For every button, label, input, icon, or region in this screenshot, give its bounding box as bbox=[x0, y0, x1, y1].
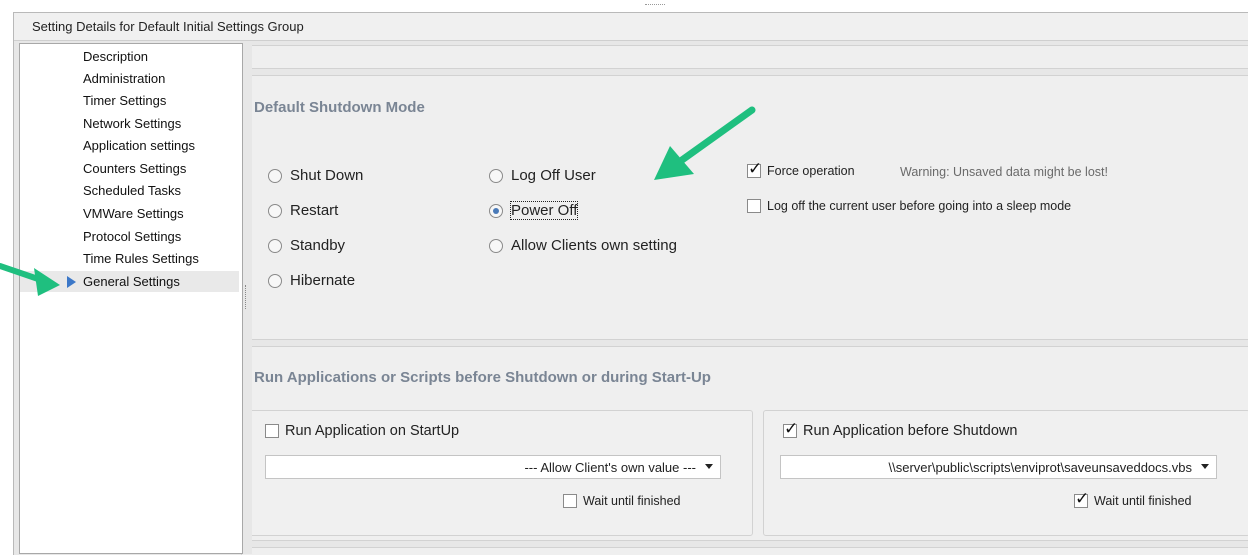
settings-panel-area: Default Shutdown Mode Shut Down Restart … bbox=[239, 43, 1248, 555]
checkmark-icon: ✓ bbox=[748, 159, 763, 178]
logoff-before-sleep-label: Log off the current user before going in… bbox=[767, 199, 1072, 213]
radio-standby[interactable]: Standby bbox=[268, 237, 345, 254]
sidebar-item-label: Timer Settings bbox=[83, 93, 167, 108]
radio-restart-label: Restart bbox=[290, 202, 339, 219]
sidebar-item-label: Protocol Settings bbox=[83, 229, 182, 244]
sidebar-item-label: Counters Settings bbox=[83, 161, 187, 176]
splitter-grip[interactable] bbox=[245, 285, 248, 309]
checkmark-icon: ✓ bbox=[784, 419, 799, 438]
radio-log-off-user-label: Log Off User bbox=[511, 167, 596, 184]
title-bar: Setting Details for Default Initial Sett… bbox=[14, 13, 1248, 41]
force-operation-label: Force operation bbox=[767, 164, 855, 178]
sidebar-item-label: Application settings bbox=[83, 138, 196, 153]
sidebar-item-protocol-settings[interactable]: Protocol Settings bbox=[20, 226, 239, 247]
radio-allow-clients-own-dot[interactable] bbox=[489, 238, 503, 253]
chevron-down-icon[interactable] bbox=[705, 464, 713, 469]
shutdown-wait-label: Wait until finished bbox=[1094, 494, 1192, 508]
sidebar-item-timer-settings[interactable]: Timer Settings bbox=[20, 90, 239, 111]
sidebar-item-label: Network Settings bbox=[83, 116, 182, 131]
radio-restart-dot[interactable] bbox=[268, 203, 282, 218]
radio-standby-label: Standby bbox=[290, 237, 346, 254]
radio-standby-dot[interactable] bbox=[268, 238, 282, 253]
startup-app-combo-value: --- Allow Client's own value --- bbox=[524, 460, 696, 475]
radio-restart[interactable]: Restart bbox=[268, 202, 338, 219]
sidebar-item-label: VMWare Settings bbox=[83, 206, 184, 221]
shutdown-app-combo[interactable]: \\server\public\scripts\enviprot\saveuns… bbox=[780, 455, 1217, 479]
radio-hibernate-dot[interactable] bbox=[268, 273, 282, 288]
force-operation-checkbox[interactable]: ✓ Force operation bbox=[747, 160, 855, 178]
sidebar-item-administration[interactable]: Administration bbox=[20, 68, 239, 89]
run-before-shutdown-label: Run Application before Shutdown bbox=[803, 423, 1018, 439]
sidebar-item-general-settings[interactable]: General Settings bbox=[20, 271, 239, 292]
chevron-down-icon[interactable] bbox=[1201, 464, 1209, 469]
startup-wait-checkbox[interactable]: Wait until finished bbox=[563, 494, 681, 508]
settings-window: Setting Details for Default Initial Sett… bbox=[13, 12, 1248, 555]
settings-sidebar: Description Administration Timer Setting… bbox=[19, 43, 243, 554]
window-title: Setting Details for Default Initial Sett… bbox=[32, 19, 304, 34]
startup-wait-label: Wait until finished bbox=[583, 494, 681, 508]
sidebar-item-vmware-settings[interactable]: VMWare Settings bbox=[20, 203, 239, 224]
logoff-before-sleep-checkbox[interactable]: Log off the current user before going in… bbox=[747, 199, 1071, 213]
run-applications-group: Run Applications or Scripts before Shutd… bbox=[241, 346, 1248, 541]
force-operation-box[interactable]: ✓ bbox=[747, 160, 762, 178]
radio-hibernate-label: Hibernate bbox=[290, 272, 356, 289]
shutdown-mode-group: Default Shutdown Mode Shut Down Restart … bbox=[241, 75, 1248, 340]
bottom-panel-strip bbox=[241, 547, 1248, 555]
shutdown-wait-checkbox[interactable]: ✓ Wait until finished bbox=[1074, 490, 1192, 508]
top-panel-strip bbox=[241, 45, 1248, 69]
radio-shut-down-dot[interactable] bbox=[268, 168, 282, 183]
shutdown-wait-box[interactable]: ✓ bbox=[1074, 490, 1089, 508]
radio-log-off-user[interactable]: Log Off User bbox=[489, 167, 596, 184]
selected-arrow-icon bbox=[67, 276, 76, 288]
shutdown-app-panel: ✓ Run Application before Shutdown \\serv… bbox=[763, 410, 1248, 536]
run-applications-title: Run Applications or Scripts before Shutd… bbox=[254, 369, 711, 386]
sidebar-item-description[interactable]: Description bbox=[20, 46, 239, 67]
radio-allow-clients-own-label: Allow Clients own setting bbox=[511, 237, 677, 254]
sidebar-item-network-settings[interactable]: Network Settings bbox=[20, 113, 239, 134]
startup-wait-box[interactable] bbox=[563, 494, 577, 508]
radio-shut-down-label: Shut Down bbox=[290, 167, 364, 184]
radio-power-off[interactable]: Power Off bbox=[489, 201, 579, 220]
shutdown-mode-title: Default Shutdown Mode bbox=[254, 99, 425, 116]
sidebar-item-label: Scheduled Tasks bbox=[83, 183, 182, 198]
sidebar-item-application-settings[interactable]: Application settings bbox=[20, 135, 239, 156]
run-on-startup-box[interactable] bbox=[265, 424, 279, 438]
radio-log-off-user-dot[interactable] bbox=[489, 168, 503, 183]
radio-hibernate[interactable]: Hibernate bbox=[268, 272, 355, 289]
sidebar-item-label: Administration bbox=[83, 71, 166, 86]
shutdown-app-combo-value: \\server\public\scripts\enviprot\saveuns… bbox=[888, 460, 1192, 475]
sidebar-item-scheduled-tasks[interactable]: Scheduled Tasks bbox=[20, 180, 239, 201]
sidebar-item-label: General Settings bbox=[83, 274, 180, 289]
radio-shut-down[interactable]: Shut Down bbox=[268, 167, 363, 184]
radio-power-off-dot[interactable] bbox=[489, 203, 503, 218]
run-before-shutdown-box[interactable]: ✓ bbox=[783, 420, 798, 438]
radio-allow-clients-own[interactable]: Allow Clients own setting bbox=[489, 237, 677, 254]
run-on-startup-label: Run Application on StartUp bbox=[285, 423, 460, 439]
startup-app-combo[interactable]: --- Allow Client's own value --- bbox=[265, 455, 721, 479]
startup-app-panel: Run Application on StartUp --- Allow Cli… bbox=[248, 410, 753, 536]
sidebar-item-label: Description bbox=[83, 49, 149, 64]
sidebar-item-counters-settings[interactable]: Counters Settings bbox=[20, 158, 239, 179]
checkmark-icon: ✓ bbox=[1075, 489, 1090, 508]
sidebar-item-time-rules-settings[interactable]: Time Rules Settings bbox=[20, 248, 239, 269]
radio-power-off-label: Power Off bbox=[509, 201, 579, 220]
run-before-shutdown-checkbox[interactable]: ✓ Run Application before Shutdown bbox=[783, 420, 1018, 439]
unsaved-data-warning: Warning: Unsaved data might be lost! bbox=[900, 165, 1108, 179]
logoff-before-sleep-box[interactable] bbox=[747, 199, 761, 213]
sidebar-item-label: Time Rules Settings bbox=[83, 251, 199, 266]
run-on-startup-checkbox[interactable]: Run Application on StartUp bbox=[265, 423, 459, 439]
resize-grip[interactable] bbox=[645, 4, 665, 6]
